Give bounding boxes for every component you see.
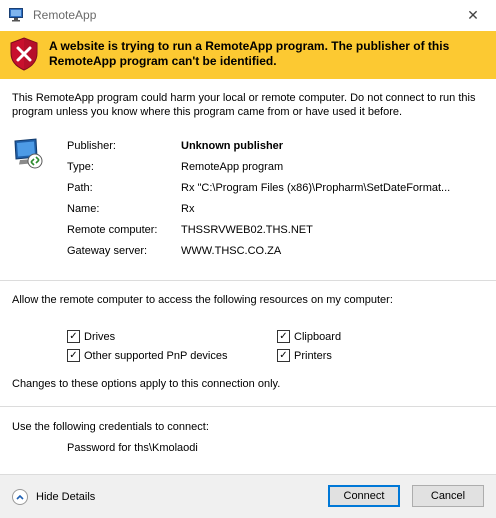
- detail-label: Publisher:: [67, 140, 116, 152]
- intro-text: This RemoteApp program could harm your l…: [12, 92, 476, 118]
- detail-value: Rx "C:\Program Files (x86)\Propharm\SetD…: [181, 182, 451, 194]
- detail-value: RemoteApp program: [181, 161, 284, 173]
- chevron-up-icon[interactable]: [12, 489, 28, 505]
- warning-message: A website is trying to run a RemoteApp p…: [49, 39, 450, 68]
- checkbox-drives[interactable]: ✓ Drives: [67, 330, 115, 343]
- window-title: RemoteApp: [33, 8, 97, 22]
- remote-computer-icon: [14, 138, 43, 169]
- detail-label: Type:: [67, 161, 94, 173]
- detail-label: Name:: [67, 203, 100, 215]
- checkbox-check-icon[interactable]: ✓: [277, 349, 290, 362]
- detail-value: Unknown publisher: [181, 140, 284, 152]
- connect-button[interactable]: Connect: [328, 485, 400, 507]
- checkbox-check-icon[interactable]: ✓: [67, 330, 80, 343]
- close-icon: ✕: [467, 7, 479, 23]
- checkbox-label: Clipboard: [294, 330, 342, 343]
- shield-error-icon: [10, 37, 38, 71]
- detail-value: WWW.THSC.CO.ZA: [181, 245, 282, 257]
- checkbox-label: Other supported PnP devices: [84, 349, 228, 362]
- checkbox-printers[interactable]: ✓ Printers: [277, 349, 332, 362]
- checkbox-check-icon[interactable]: ✓: [67, 349, 80, 362]
- close-button[interactable]: ✕: [450, 0, 496, 31]
- resources-caption: Allow the remote computer to access the …: [12, 294, 393, 306]
- detail-label: Remote computer:: [67, 224, 158, 236]
- resources-note: Changes to these options apply to this c…: [12, 378, 281, 390]
- checkbox-label: Drives: [84, 330, 116, 343]
- divider: [0, 406, 496, 407]
- remoteapp-icon: [9, 8, 23, 22]
- hide-details-toggle[interactable]: Hide Details: [12, 489, 95, 505]
- hide-details-label: Hide Details: [36, 491, 96, 503]
- credentials-caption: Use the following credentials to connect…: [12, 421, 209, 433]
- detail-label: Gateway server:: [67, 245, 148, 257]
- credentials-value: Password for ths\Kmolaodi: [67, 442, 198, 454]
- title-bar: RemoteApp ✕: [0, 0, 496, 32]
- checkbox-clipboard[interactable]: ✓ Clipboard: [277, 330, 341, 343]
- cancel-button[interactable]: Cancel: [412, 485, 484, 507]
- checkbox-label: Printers: [294, 349, 332, 362]
- checkbox-pnp-devices[interactable]: ✓ Other supported PnP devices: [67, 349, 228, 362]
- checkbox-check-icon[interactable]: ✓: [277, 330, 290, 343]
- divider: [0, 280, 496, 281]
- detail-value: THSSRVWEB02.THS.NET: [181, 224, 313, 236]
- detail-label: Path:: [67, 182, 93, 194]
- detail-value: Rx: [181, 203, 195, 215]
